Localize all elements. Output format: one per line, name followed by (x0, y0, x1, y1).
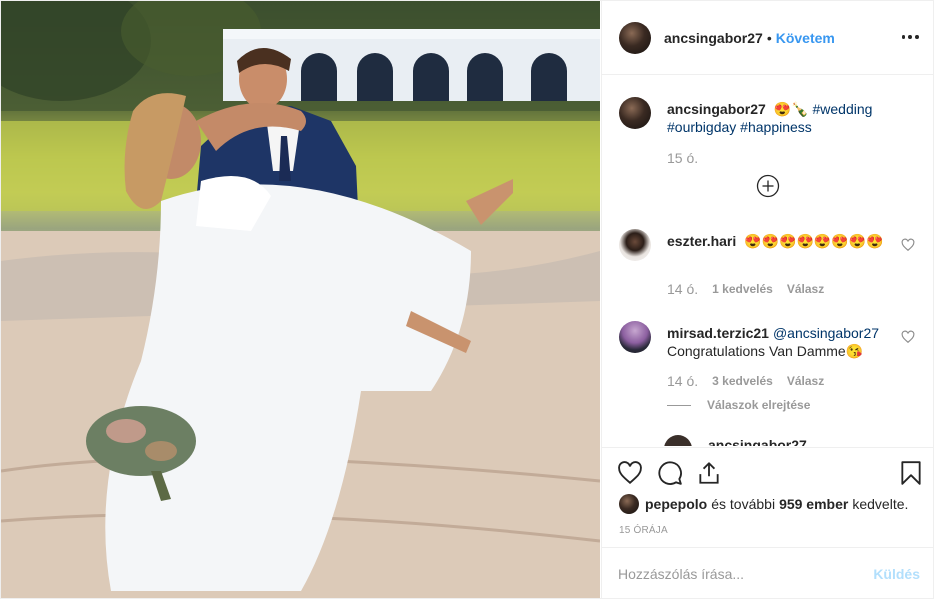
mention-link[interactable]: @ancsingabor27 (773, 325, 879, 341)
comment-avatar[interactable] (619, 321, 651, 353)
post-sidebar: ancsingabor27 • Követem ancsingabor27 😍🍾… (601, 1, 933, 598)
likes-count[interactable]: 959 ember (779, 496, 848, 512)
replies-divider (667, 404, 691, 406)
reply-avatar[interactable] (664, 435, 692, 446)
post-header: ancsingabor27 • Követem (602, 1, 933, 75)
likes-connector: és további (711, 496, 776, 512)
caption-meta: 15 ó. (667, 150, 712, 166)
wedding-photo-illustration (1, 1, 600, 598)
comment-meta: 14 ó. 1 kedvelés Válasz (667, 281, 838, 297)
reply-button[interactable]: Válasz (787, 282, 824, 296)
hide-replies-label: Válaszok elrejtése (707, 398, 811, 412)
post-comment-button[interactable]: Küldés (873, 566, 920, 582)
comment-text: eszter.hari 😍😍😍😍😍😍😍😍 (667, 232, 897, 250)
separator-dot: • (766, 29, 772, 46)
reply-button[interactable]: Válasz (787, 374, 824, 388)
post-actions: pepepolo és további 959 ember kedvelte. … (602, 447, 933, 547)
comment-meta: 14 ó. 3 kedvelés Válasz (667, 373, 838, 389)
likes-summary: pepepolo és további 959 ember kedvelte. (619, 494, 908, 514)
likes-suffix: kedvelte. (852, 496, 909, 512)
comment-time: 14 ó. (667, 281, 699, 297)
comment-time: 14 ó. (667, 373, 699, 389)
caption-avatar[interactable] (619, 97, 651, 129)
comment-likes[interactable]: 1 kedvelés (712, 282, 773, 296)
hashtag-link[interactable]: #ourbigday (667, 119, 736, 135)
comment-input[interactable] (618, 566, 874, 582)
comment-username[interactable]: mirsad.terzic21 (667, 325, 769, 341)
more-options-icon[interactable] (900, 27, 920, 47)
hide-replies-button[interactable]: Válaszok elrejtése (667, 398, 810, 412)
caption-text: ancsingabor27 😍🍾 #wedding #ourbigday #ha… (667, 100, 907, 136)
instagram-post-modal: ancsingabor27 • Követem ancsingabor27 😍🍾… (0, 0, 934, 599)
caption-time: 15 ó. (667, 150, 699, 166)
share-icon[interactable] (696, 460, 722, 486)
comment-icon[interactable] (657, 460, 683, 486)
author-username[interactable]: ancsingabor27 (664, 30, 763, 46)
comments-list: ancsingabor27 😍🍾 #wedding #ourbigday #ha… (602, 76, 933, 446)
comment-like-heart-icon[interactable] (901, 330, 915, 344)
post-timestamp[interactable]: 15 ÓRÁJA (619, 525, 668, 536)
author-avatar[interactable] (619, 21, 651, 54)
comment-emoji: 😍😍😍😍😍😍😍😍 (744, 233, 884, 249)
liker-avatar[interactable] (619, 494, 639, 514)
comment-avatar[interactable] (619, 229, 651, 261)
hashtag-link[interactable]: #wedding (812, 101, 872, 117)
reply-username[interactable]: ancsingabor27 (708, 437, 807, 446)
hashtag-link[interactable]: #happiness (740, 119, 812, 135)
bookmark-icon[interactable] (898, 460, 924, 486)
post-photo[interactable] (1, 1, 600, 598)
follow-button[interactable]: Követem (776, 30, 835, 46)
caption-emoji: 😍🍾 (773, 101, 809, 117)
comment-text: mirsad.terzic21 @ancsingabor27 Congratula… (667, 324, 897, 360)
caption-username[interactable]: ancsingabor27 (667, 101, 766, 117)
load-more-comments-icon[interactable] (756, 174, 780, 198)
add-comment-bar: Küldés (602, 547, 933, 598)
comment-likes[interactable]: 3 kedvelés (712, 374, 773, 388)
comment-body: Congratulations Van Damme😘 (667, 343, 864, 359)
comment-like-heart-icon[interactable] (901, 238, 915, 252)
heart-icon[interactable] (617, 460, 643, 486)
comment-username[interactable]: eszter.hari (667, 233, 736, 249)
liker-username[interactable]: pepepolo (645, 496, 707, 512)
